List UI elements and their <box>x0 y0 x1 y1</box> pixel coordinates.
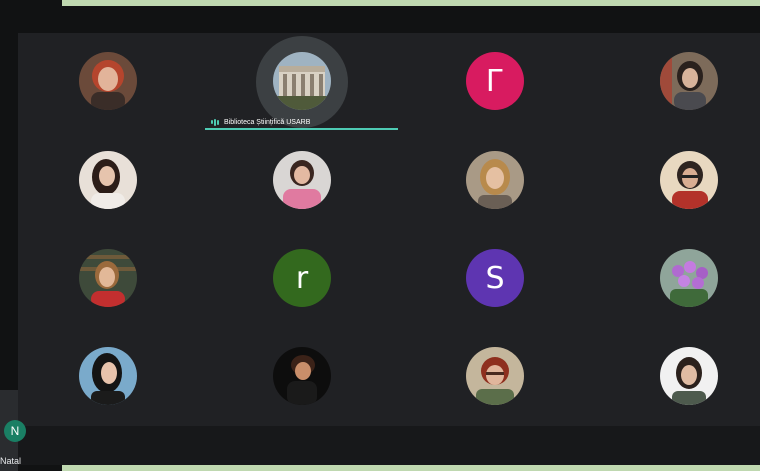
self-name-label: Natal <box>0 456 22 466</box>
top-window-strip <box>62 0 760 6</box>
woman-pink-top-avatar-icon <box>273 151 331 209</box>
woman-dark-hair-light-avatar-icon <box>79 151 137 209</box>
woman-dark-hair-white-avatar-icon <box>660 347 718 405</box>
library-building-avatar-icon <box>273 52 331 110</box>
participant-tile[interactable] <box>660 52 718 110</box>
woman-dark-hair-avatar-icon <box>660 52 718 110</box>
participant-initial: Г <box>485 63 505 99</box>
participant-tile[interactable] <box>273 347 331 405</box>
participant-tile[interactable] <box>660 151 718 209</box>
speaker-indicator-bar <box>205 128 398 130</box>
participant-tile[interactable]: S <box>466 249 524 307</box>
participant-tile[interactable] <box>273 151 331 209</box>
bottom-window-strip <box>62 465 760 471</box>
participant-tile[interactable] <box>79 151 137 209</box>
participant-tile[interactable] <box>79 249 137 307</box>
self-avatar: N <box>4 420 26 442</box>
woman-bookshelf-avatar-icon <box>79 249 137 307</box>
participant-tile[interactable]: r <box>273 249 331 307</box>
woman-glasses-avatar-icon <box>660 151 718 209</box>
participant-tile-speaking[interactable] <box>273 52 331 110</box>
woman-blonde-avatar-icon <box>466 151 524 209</box>
participant-initial: r <box>295 260 309 296</box>
woman-red-glasses-avatar-icon <box>466 347 524 405</box>
participant-tile[interactable] <box>466 151 524 209</box>
woman-red-hair-avatar-icon <box>79 52 137 110</box>
woman-black-hair-avatar-icon <box>79 347 137 405</box>
participant-tile[interactable] <box>466 347 524 405</box>
participant-initial: S <box>485 260 505 296</box>
participant-tile[interactable] <box>660 347 718 405</box>
participant-tile[interactable]: Г <box>466 52 524 110</box>
audio-level-icon <box>211 118 219 126</box>
speaker-name: Biblioteca Științifică USARB <box>224 118 311 126</box>
participant-tile[interactable] <box>79 52 137 110</box>
bottom-bar <box>18 426 760 465</box>
participant-tile[interactable] <box>79 347 137 405</box>
purple-flowers-avatar-icon <box>660 249 718 307</box>
woman-dark-scarf-avatar-icon <box>273 347 331 405</box>
participant-tile[interactable] <box>660 249 718 307</box>
